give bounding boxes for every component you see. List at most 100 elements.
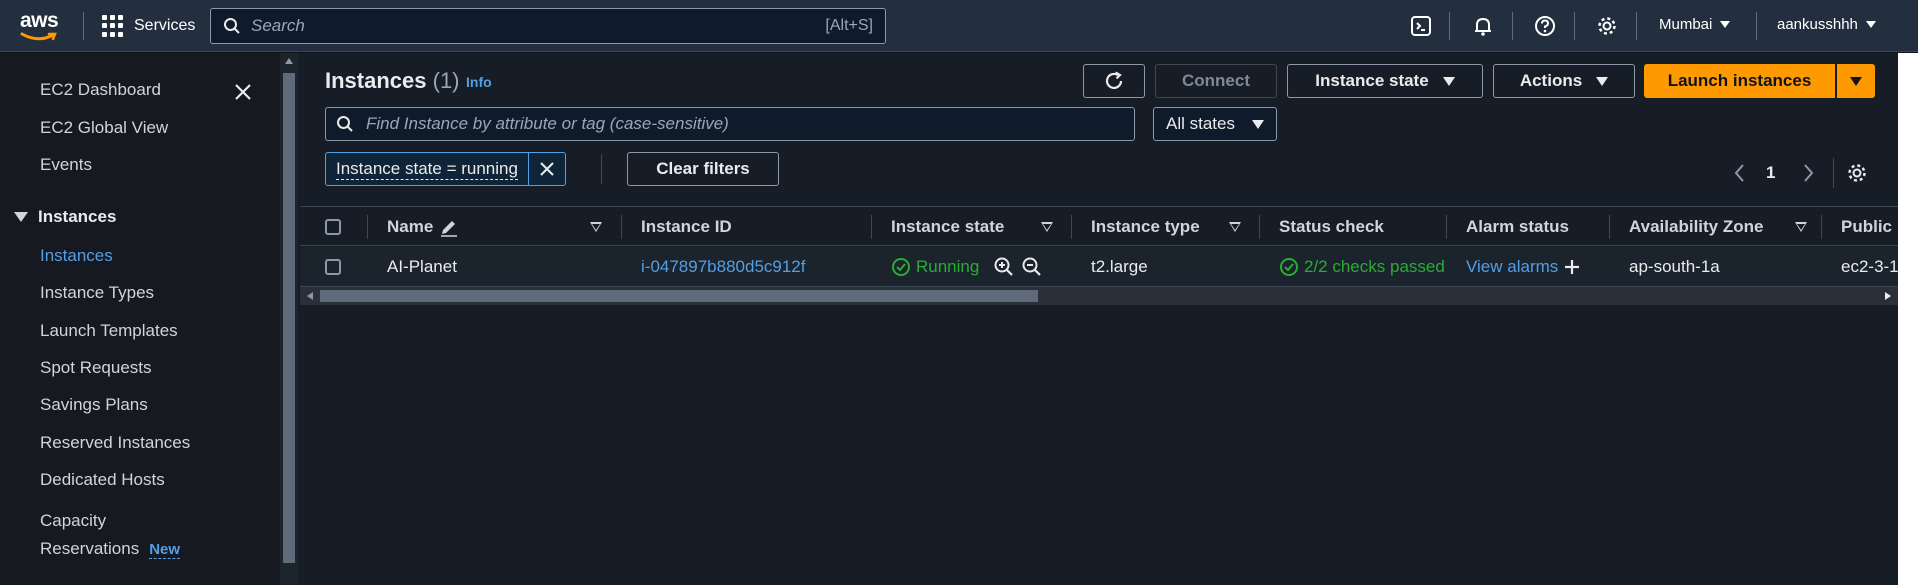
cell-availability-zone: ap-south-1a: [1629, 257, 1720, 276]
chevron-down-icon: [1850, 76, 1862, 86]
clear-filters-button[interactable]: Clear filters: [627, 152, 779, 186]
column-divider: [1446, 215, 1447, 239]
new-badge: New: [149, 541, 181, 559]
connect-button[interactable]: Connect: [1155, 64, 1277, 98]
nav-divider: [1636, 12, 1637, 40]
nav-divider: [1449, 12, 1450, 40]
column-header-alarm-status[interactable]: Alarm status: [1466, 207, 1569, 247]
column-filter-icon[interactable]: [1795, 222, 1807, 232]
scrollbar-thumb[interactable]: [283, 73, 295, 563]
sidebar-item-reserved-instances[interactable]: Reserved Instances: [40, 433, 190, 453]
global-search-box[interactable]: [Alt+S]: [210, 8, 886, 44]
aws-logo[interactable]: aws: [20, 9, 62, 42]
column-divider: [1071, 215, 1072, 239]
aws-logo-text: aws: [20, 9, 59, 32]
check-circle-icon: [1280, 258, 1298, 276]
column-header-status-check[interactable]: Status check: [1279, 207, 1384, 247]
sidebar-item-savings-plans[interactable]: Savings Plans: [40, 395, 148, 415]
filter-token[interactable]: Instance state = running: [325, 152, 566, 186]
sidebar-item-instance-types[interactable]: Instance Types: [40, 283, 154, 303]
notifications-bell-icon[interactable]: [1471, 14, 1495, 38]
instance-state-dropdown[interactable]: Instance state: [1287, 64, 1483, 98]
row-select-checkbox[interactable]: [325, 259, 341, 275]
scroll-up-arrow-icon[interactable]: [285, 58, 293, 64]
global-search-input[interactable]: [251, 16, 826, 36]
states-select[interactable]: All states: [1153, 107, 1277, 141]
next-page-icon[interactable]: [1801, 163, 1815, 183]
states-select-value: All states: [1166, 114, 1235, 133]
account-label: aankusshhh: [1777, 16, 1858, 33]
divider: [601, 154, 602, 184]
settings-gear-icon[interactable]: [1595, 14, 1619, 38]
sidebar: EC2 Dashboard EC2 Global View Events Ins…: [0, 53, 280, 585]
sidebar-item-dedicated-hosts[interactable]: Dedicated Hosts: [40, 470, 165, 490]
close-sidebar-icon[interactable]: [232, 81, 254, 103]
refresh-button[interactable]: [1083, 64, 1145, 98]
instance-filter-input[interactable]: [366, 114, 1124, 134]
add-alarm-plus-icon[interactable]: [1562, 257, 1582, 277]
zoom-out-icon[interactable]: [1021, 256, 1043, 278]
instance-id-link[interactable]: i-047897b880d5c912f: [641, 247, 805, 287]
sidebar-section-instances[interactable]: Instances: [14, 207, 116, 227]
sidebar-item-ec2-global-view[interactable]: EC2 Global View: [40, 118, 168, 138]
table-settings-gear-icon[interactable]: [1846, 162, 1868, 184]
column-header-name[interactable]: Name: [387, 207, 459, 247]
sidebar-item-ec2-dashboard[interactable]: EC2 Dashboard: [40, 80, 161, 100]
previous-page-icon[interactable]: [1733, 163, 1747, 183]
launch-instances-dropdown-button[interactable]: [1837, 64, 1875, 98]
nav-divider: [83, 12, 84, 40]
cell-instance-type: t2.large: [1091, 257, 1148, 276]
remove-filter-button[interactable]: [529, 153, 565, 185]
view-alarms-link[interactable]: View alarms: [1466, 257, 1558, 277]
launch-instances-button[interactable]: Launch instances: [1644, 64, 1835, 98]
sidebar-section-label: Instances: [38, 207, 117, 226]
help-icon[interactable]: [1533, 14, 1557, 38]
chevron-down-icon: [1442, 76, 1455, 86]
check-circle-icon: [892, 258, 910, 276]
scroll-left-arrow-icon[interactable]: [307, 292, 313, 300]
cell-name: AI-Planet: [387, 257, 457, 276]
cloudshell-icon[interactable]: [1409, 14, 1433, 38]
column-header-instance-state[interactable]: Instance state: [891, 207, 1004, 247]
scroll-right-arrow-icon[interactable]: [1885, 292, 1891, 300]
column-filter-icon[interactable]: [1229, 222, 1241, 232]
instance-filter-box[interactable]: [325, 107, 1135, 141]
zoom-in-icon[interactable]: [993, 256, 1015, 278]
current-page-number[interactable]: 1: [1766, 163, 1775, 183]
region-label: Mumbai: [1659, 16, 1713, 33]
sidebar-item-instances[interactable]: Instances: [40, 246, 113, 266]
account-menu[interactable]: aankusshhh: [1777, 16, 1876, 33]
column-header-instance-id[interactable]: Instance ID: [641, 207, 732, 247]
sidebar-item-events[interactable]: Events: [40, 155, 92, 175]
chevron-down-icon: [1252, 119, 1264, 129]
column-header-label: Name: [387, 217, 434, 236]
region-selector[interactable]: Mumbai: [1659, 16, 1731, 33]
filter-token-text: Instance state = running: [336, 158, 518, 180]
instance-state-dropdown-label: Instance state: [1315, 71, 1429, 90]
page-scrollbar-gutter: [1898, 53, 1918, 585]
sidebar-item-spot-requests[interactable]: Spot Requests: [40, 358, 152, 378]
instance-state-text: Running: [916, 257, 980, 276]
filter-token-label[interactable]: Instance state = running: [326, 153, 529, 185]
column-filter-icon[interactable]: [1041, 222, 1053, 232]
sidebar-item-label: Reservations: [40, 539, 140, 558]
services-menu-button[interactable]: Services: [102, 14, 195, 38]
grid-icon: [102, 15, 124, 37]
table-horizontal-scrollbar[interactable]: [300, 287, 1898, 305]
refresh-icon: [1105, 71, 1123, 90]
info-link[interactable]: Info: [466, 74, 492, 90]
actions-dropdown-label: Actions: [1519, 71, 1583, 90]
sidebar-scrollbar[interactable]: [280, 53, 298, 585]
column-divider: [1259, 215, 1260, 239]
column-header-instance-type[interactable]: Instance type: [1091, 207, 1200, 247]
column-header-public[interactable]: Public: [1841, 207, 1892, 247]
empty-detail-pane: [300, 305, 1898, 585]
select-all-checkbox[interactable]: [325, 219, 341, 235]
column-header-availability-zone[interactable]: Availability Zone: [1629, 207, 1763, 247]
actions-dropdown[interactable]: Actions: [1493, 64, 1635, 98]
column-filter-icon[interactable]: [590, 222, 602, 232]
sidebar-item-launch-templates[interactable]: Launch Templates: [40, 321, 178, 341]
table-row[interactable]: AI-Planet i-047897b880d5c912f Running t2…: [300, 247, 1898, 287]
sidebar-item-capacity-reservations[interactable]: Capacity Reservations New: [40, 507, 181, 564]
scrollbar-thumb[interactable]: [320, 290, 1038, 302]
